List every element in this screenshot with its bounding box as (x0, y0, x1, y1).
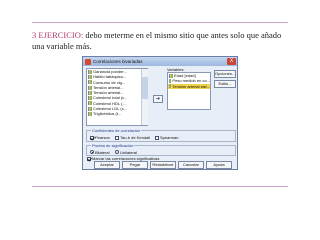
scale-variable-icon (88, 106, 92, 111)
ok-button[interactable]: Aceptar (94, 161, 120, 169)
move-variable-button[interactable]: ➔ (153, 95, 163, 103)
scale-variable-icon (88, 90, 92, 95)
scale-variable-icon (169, 73, 173, 78)
scale-variable-icon (88, 69, 92, 74)
source-variable-list[interactable]: Ganancia ponder... Hábito tabáquico... C… (86, 68, 148, 126)
checkbox[interactable] (155, 135, 159, 140)
bottom-divider (32, 186, 288, 187)
scale-variable-icon (169, 78, 172, 83)
source-list-scrollbar[interactable] (141, 69, 148, 125)
bilateral-radio[interactable]: Bilateral (90, 150, 109, 155)
scale-variable-icon (88, 101, 92, 106)
scale-variable-icon (88, 112, 92, 117)
list-item-selected[interactable]: Tensión arterial sist... (168, 83, 210, 89)
bivariate-correlations-dialog: Correlaciones bivariadas X Ganancia pond… (82, 56, 238, 170)
scale-variable-icon (88, 96, 92, 101)
checkbox-checked[interactable] (90, 135, 94, 140)
dialog-button-row: Aceptar Pegar Restablecer Cancelar Ayuda (86, 161, 236, 169)
slide-caption: 3 EJERCICIO: debo meterme en el mismo si… (32, 30, 292, 52)
group-title: Prueba de significación (91, 143, 135, 148)
caption-highlight: 3 EJERCICIO: (32, 30, 84, 40)
options-button[interactable]: Opciones... (214, 70, 236, 78)
radio[interactable] (115, 150, 119, 154)
scale-variable-icon (169, 84, 172, 89)
top-divider (32, 22, 288, 23)
help-button[interactable]: Ayuda (206, 161, 232, 169)
kendall-checkbox[interactable]: Tau-b de Kendall (115, 135, 150, 140)
pearson-checkbox[interactable]: Pearson (90, 135, 110, 140)
app-icon (85, 58, 91, 65)
cancel-button[interactable]: Cancelar (178, 161, 204, 169)
checkbox-checked[interactable] (87, 156, 91, 161)
scrollbar-thumb[interactable] (142, 77, 148, 99)
checkbox[interactable] (115, 135, 119, 140)
scale-variable-icon (88, 80, 92, 85)
group-title: Coeficientes de correlación (91, 128, 142, 133)
scale-variable-icon (88, 74, 92, 79)
spearman-checkbox[interactable]: Spearman (155, 135, 178, 140)
reset-button[interactable]: Restablecer (150, 161, 176, 169)
dialog-title: Correlaciones bivariadas (93, 59, 143, 64)
scale-variable-icon (88, 85, 92, 90)
paste-button[interactable]: Pegar (122, 161, 148, 169)
significance-test-group: Prueba de significación Bilateral Unilat… (86, 143, 236, 156)
close-button[interactable]: X (227, 58, 236, 65)
dialog-titlebar[interactable]: Correlaciones bivariadas X (83, 57, 237, 66)
unilateral-radio[interactable]: Unilateral (115, 150, 137, 155)
style-button[interactable]: Estilo... (214, 80, 236, 88)
radio-selected[interactable] (90, 150, 94, 154)
list-item[interactable]: Triglicéridos (t... (87, 111, 147, 116)
selected-variable-list[interactable]: Edad [edad] Peso medido en co... Tensión… (167, 72, 211, 110)
correlation-coefficients-group: Coeficientes de correlación Pearson Tau-… (86, 128, 236, 142)
